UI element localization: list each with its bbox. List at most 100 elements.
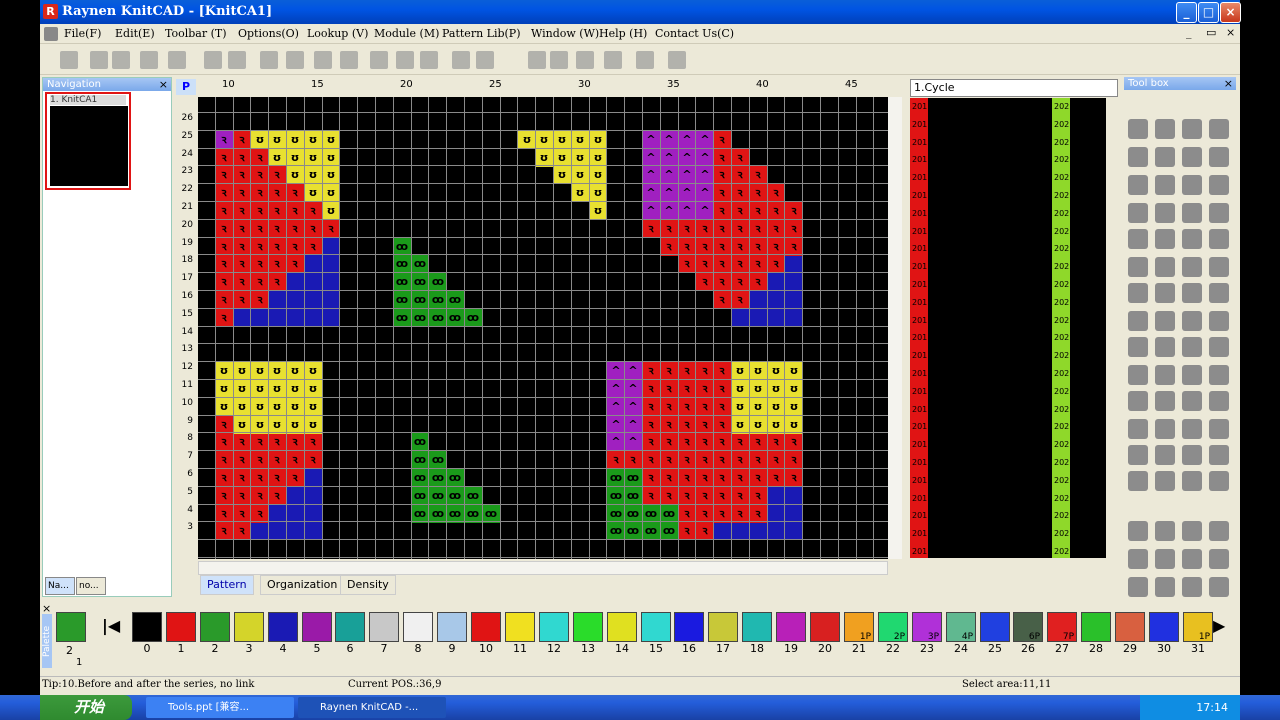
stitch-cell[interactable]: ꝛ bbox=[731, 220, 749, 238]
stitch-cell[interactable] bbox=[767, 291, 785, 309]
stitch-cell[interactable] bbox=[713, 522, 731, 540]
stitch-cell[interactable]: ꝛ bbox=[215, 487, 233, 505]
stitch-cell[interactable] bbox=[785, 255, 803, 273]
stitch-cell[interactable]: ꝏ bbox=[411, 487, 429, 505]
stitch-cell[interactable]: ꝛ bbox=[713, 220, 731, 238]
stitch-cell[interactable]: ^ bbox=[642, 166, 660, 184]
stitch-cell[interactable]: ꝛ bbox=[767, 202, 785, 220]
palette-swatch[interactable] bbox=[335, 612, 365, 642]
mdi-restore-icon[interactable]: ▭ bbox=[1206, 26, 1216, 39]
stitch-cell[interactable]: ꝛ bbox=[268, 273, 286, 291]
tab-pattern[interactable]: Pattern bbox=[200, 575, 254, 595]
toolbox-tool-icon[interactable] bbox=[1182, 521, 1202, 541]
toolbox-tool-icon[interactable] bbox=[1155, 203, 1175, 223]
stitch-cell[interactable]: ꝛ bbox=[251, 255, 269, 273]
stitch-cell[interactable]: ꝏ bbox=[429, 309, 447, 327]
toolbox-tool-icon[interactable] bbox=[1128, 577, 1148, 597]
stitch-cell[interactable]: ʊ bbox=[785, 380, 803, 398]
palette-swatch[interactable] bbox=[708, 612, 738, 642]
menu-window[interactable]: Window (W) bbox=[531, 27, 599, 40]
stitch-cell[interactable] bbox=[304, 309, 322, 327]
stitch-cell[interactable] bbox=[304, 255, 322, 273]
stitch-cell[interactable]: ꝛ bbox=[696, 220, 714, 238]
stitch-cell[interactable] bbox=[304, 469, 322, 487]
palette-swatch[interactable] bbox=[674, 612, 704, 642]
stitch-cell[interactable]: ꝛ bbox=[642, 380, 660, 398]
toolbox-tool-icon[interactable] bbox=[1155, 365, 1175, 385]
stitch-cell[interactable]: ^ bbox=[678, 202, 696, 220]
stitch-cell[interactable]: ꝛ bbox=[286, 184, 304, 202]
stitch-cell[interactable]: ꝏ bbox=[393, 309, 411, 327]
stitch-cell[interactable]: ꝛ bbox=[286, 255, 304, 273]
toolbox-tool-icon[interactable] bbox=[1128, 257, 1148, 277]
stitch-cell[interactable]: ʊ bbox=[233, 398, 251, 416]
toolbox-tool-icon[interactable] bbox=[1209, 471, 1229, 491]
stitch-cell[interactable]: ʊ bbox=[767, 380, 785, 398]
menu-options[interactable]: Options(O) bbox=[238, 27, 299, 40]
toolbox-tool-icon[interactable] bbox=[1209, 119, 1229, 139]
stitch-cell[interactable]: ʊ bbox=[589, 131, 607, 149]
stitch-cell[interactable]: ꝛ bbox=[713, 451, 731, 469]
stitch-cell[interactable]: ꝛ bbox=[678, 469, 696, 487]
toolbox-tool-icon[interactable] bbox=[1155, 229, 1175, 249]
stitch-cell[interactable] bbox=[286, 487, 304, 505]
toolbox-tool-icon[interactable] bbox=[1155, 391, 1175, 411]
document-icon[interactable] bbox=[44, 27, 58, 41]
stitch-cell[interactable]: ꝛ bbox=[749, 433, 767, 451]
stitch-cell[interactable]: ꝛ bbox=[767, 255, 785, 273]
toolbox-tool-icon[interactable] bbox=[1182, 229, 1202, 249]
stitch-cell[interactable]: ꝏ bbox=[642, 522, 660, 540]
stitch-cell[interactable]: ʊ bbox=[215, 380, 233, 398]
stitch-cell[interactable]: ʊ bbox=[304, 362, 322, 380]
stitch-cell[interactable]: ꝛ bbox=[642, 220, 660, 238]
stitch-cell[interactable]: ꝛ bbox=[268, 255, 286, 273]
stitch-cell[interactable]: ʊ bbox=[268, 380, 286, 398]
toolbox-tool-icon[interactable] bbox=[1155, 147, 1175, 167]
toolbox-tool-icon[interactable] bbox=[1155, 311, 1175, 331]
menu-file[interactable]: File(F) bbox=[64, 27, 101, 40]
toolbox-tool-icon[interactable] bbox=[1128, 175, 1148, 195]
toolbar-tool-icon[interactable] bbox=[476, 51, 494, 69]
task-knitcad[interactable]: Raynen KnitCAD -... bbox=[298, 697, 446, 718]
toolbar-tool-icon[interactable] bbox=[668, 51, 686, 69]
stitch-cell[interactable]: ʊ bbox=[286, 380, 304, 398]
palette-swatch[interactable] bbox=[166, 612, 196, 642]
stitch-cell[interactable]: ꝛ bbox=[251, 202, 269, 220]
toolbox-tool-icon[interactable] bbox=[1182, 283, 1202, 303]
toolbar-tool-icon[interactable] bbox=[452, 51, 470, 69]
toolbox-tool-icon[interactable] bbox=[1209, 521, 1229, 541]
palette-swatch[interactable] bbox=[980, 612, 1010, 642]
toolbar-tool-icon[interactable] bbox=[168, 51, 186, 69]
stitch-cell[interactable]: ꝛ bbox=[286, 433, 304, 451]
stitch-cell[interactable] bbox=[785, 273, 803, 291]
stitch-cell[interactable]: ꝏ bbox=[446, 309, 464, 327]
toolbox-tool-icon[interactable] bbox=[1182, 419, 1202, 439]
stitch-cell[interactable]: ꝛ bbox=[251, 166, 269, 184]
stitch-cell[interactable]: ꝛ bbox=[304, 433, 322, 451]
toolbar-tool-icon[interactable] bbox=[636, 51, 654, 69]
stitch-cell[interactable]: ꝛ bbox=[268, 469, 286, 487]
minimize-button[interactable]: _ bbox=[1176, 2, 1197, 23]
toolbox-tool-icon[interactable] bbox=[1209, 147, 1229, 167]
stitch-cell[interactable]: ꝛ bbox=[215, 166, 233, 184]
stitch-cell[interactable] bbox=[322, 255, 340, 273]
stitch-cell[interactable]: ʊ bbox=[731, 380, 749, 398]
toolbox-tool-icon[interactable] bbox=[1155, 283, 1175, 303]
stitch-cell[interactable] bbox=[251, 309, 269, 327]
stitch-cell[interactable]: ꝛ bbox=[731, 291, 749, 309]
palette-swatch[interactable] bbox=[268, 612, 298, 642]
toolbox-tool-icon[interactable] bbox=[1128, 283, 1148, 303]
toolbox-tool-icon[interactable] bbox=[1209, 229, 1229, 249]
toolbox-tool-icon[interactable] bbox=[1155, 521, 1175, 541]
toolbar-tool-icon[interactable] bbox=[576, 51, 594, 69]
stitch-cell[interactable]: ꝛ bbox=[233, 184, 251, 202]
toolbar-tool-icon[interactable] bbox=[314, 51, 332, 69]
stitch-cell[interactable]: ʊ bbox=[731, 398, 749, 416]
toolbox-tool-icon[interactable] bbox=[1128, 445, 1148, 465]
stitch-cell[interactable]: ꝏ bbox=[607, 469, 625, 487]
toolbox-tool-icon[interactable] bbox=[1155, 445, 1175, 465]
toolbox-tool-icon[interactable] bbox=[1182, 257, 1202, 277]
stitch-cell[interactable] bbox=[767, 273, 785, 291]
stitch-cell[interactable] bbox=[268, 522, 286, 540]
stitch-cell[interactable]: ꝛ bbox=[286, 469, 304, 487]
